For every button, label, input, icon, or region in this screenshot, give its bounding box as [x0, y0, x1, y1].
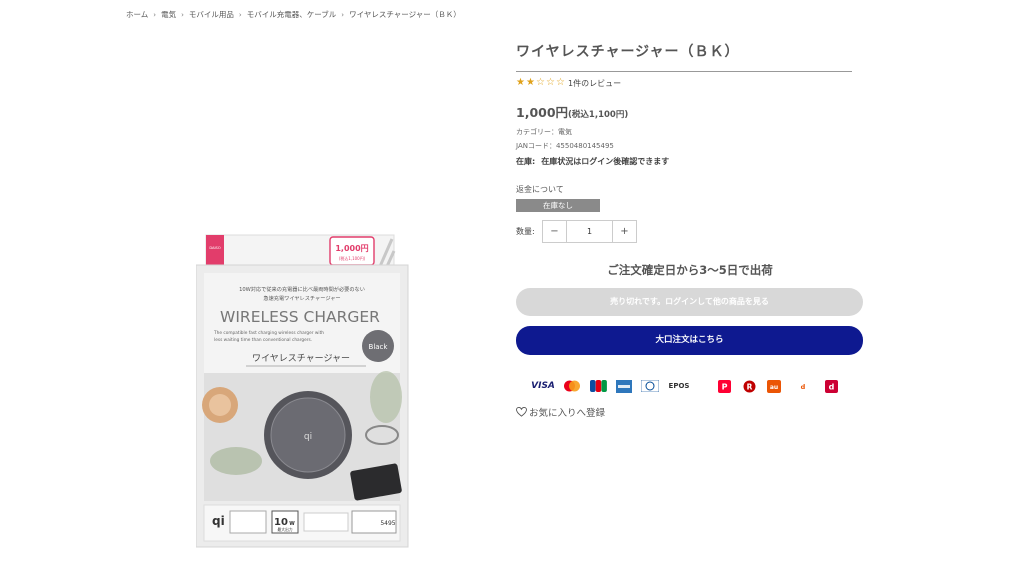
payment-methods: VISA EPOS P R au d d	[516, 377, 864, 395]
category: カテゴリー：電気	[516, 128, 572, 136]
stock-label: 在庫:	[516, 157, 536, 166]
star-full-icon: ★	[516, 77, 525, 88]
chevron-right-icon: ›	[153, 10, 157, 19]
review-count[interactable]: 1件のレビュー	[568, 78, 621, 89]
package-title: WIRELESS CHARGER	[220, 308, 380, 326]
paypay-icon: P	[716, 379, 732, 393]
package-brand: DAISO	[209, 246, 221, 250]
package-jp-line1: 10W対応で従来の充電器に比べ最両時間が必要のない	[239, 285, 365, 293]
svg-text:d: d	[828, 382, 834, 391]
quantity-input[interactable]	[566, 221, 613, 242]
amex-icon	[616, 379, 632, 393]
diners-icon	[641, 379, 659, 393]
price-main: 1,000円	[516, 105, 569, 120]
heart-icon	[516, 407, 527, 417]
star-full-icon: ★	[526, 77, 535, 88]
package-watt-label: 最大出力	[277, 527, 292, 532]
star-empty-icon: ☆	[536, 77, 545, 88]
package-price-tax: (税込1,100円)	[339, 255, 366, 261]
svg-text:R: R	[746, 382, 752, 391]
package-color: Black	[369, 343, 389, 351]
svg-text:P: P	[721, 382, 727, 391]
svg-text:d: d	[801, 383, 806, 391]
stock-status: 在庫: 在庫状況はログイン後確認できます	[516, 155, 864, 169]
product-details: ワイヤレスチャージャー（ＢＫ） ★ ★ ☆ ☆ ☆ 1件のレビュー 1,000円…	[516, 40, 864, 419]
breadcrumb-home[interactable]: ホーム	[126, 9, 148, 20]
chevron-right-icon: ›	[238, 10, 242, 19]
chevron-right-icon: ›	[341, 10, 345, 19]
jcb-icon	[590, 379, 607, 393]
star-empty-icon: ☆	[546, 77, 555, 88]
price: 1,000円(税込1,100円)	[516, 104, 864, 120]
jan-code: JANコード：4550480145495	[516, 142, 614, 150]
mastercard-icon	[563, 379, 581, 393]
product-title: ワイヤレスチャージャー（ＢＫ）	[516, 44, 740, 60]
stock-value: 在庫状況はログイン後確認できます	[541, 157, 670, 166]
package-qi-logo: qi	[212, 514, 225, 528]
plus-icon[interactable]: +	[613, 221, 636, 242]
docomo-pay-icon: d	[791, 379, 815, 393]
package-jp-line2: 急速充電ワイヤレスチャージャー	[263, 294, 340, 302]
breadcrumb-current: ワイヤレスチャージャー（ＢＫ）	[349, 10, 461, 19]
refund-link[interactable]: 返金について	[516, 184, 864, 196]
price-tax: (税込1,100円)	[568, 110, 629, 120]
breadcrumb-chargers[interactable]: モバイル充電器、ケーブル	[247, 9, 337, 20]
chevron-right-icon: ›	[181, 10, 184, 19]
shipping-note: ご注文確定日から3〜5日で出荷	[607, 263, 773, 277]
title-divider	[516, 71, 852, 72]
visa-icon: VISA	[531, 381, 555, 391]
quantity-label: 数量:	[516, 227, 535, 236]
package-jp-name: ワイヤレスチャージャー	[252, 353, 350, 364]
au-pay-icon: au	[766, 379, 782, 393]
svg-text:au: au	[770, 384, 778, 391]
breadcrumb-electric[interactable]: 電気	[161, 9, 176, 20]
favorite-link[interactable]: お気に入りへ登録	[516, 405, 864, 419]
epos-icon: EPOS	[668, 382, 690, 390]
package-pad-qi-mark: qi	[304, 432, 312, 442]
product-image[interactable]: DAISO 1,000円 (税込1,100円) 10W対応で従来の充電器に比べ最…	[196, 229, 412, 549]
quantity-row: 数量: − +	[516, 220, 864, 243]
favorite-label: お気に入りへ登録	[529, 408, 606, 419]
soldout-button[interactable]: 売り切れです。ログインして他の商品を見る	[516, 288, 863, 316]
rating-row[interactable]: ★ ★ ☆ ☆ ☆ 1件のレビュー	[516, 77, 864, 89]
star-empty-icon: ☆	[556, 77, 565, 88]
rakuten-pay-icon: R	[741, 379, 757, 393]
breadcrumb-mobile[interactable]: モバイル用品	[189, 9, 234, 20]
quantity-stepper: − +	[542, 220, 637, 243]
package-code: 5495	[380, 520, 395, 527]
bulk-order-button[interactable]: 大口注文はこちら	[516, 326, 863, 355]
soldout-badge: 在庫なし	[516, 199, 600, 212]
product-page: ホーム › 電気 › モバイル用品 › モバイル充電器、ケーブル › ワイヤレス…	[0, 0, 1024, 581]
breadcrumb: ホーム › 電気 › モバイル用品 › モバイル充電器、ケーブル › ワイヤレス…	[126, 9, 461, 20]
minus-icon[interactable]: −	[543, 221, 566, 242]
package-en-line1: The compatible fast charging wireless ch…	[213, 330, 324, 336]
package-price: 1,000円	[335, 244, 368, 253]
package-en-line2: less waiting time than conventional char…	[214, 337, 312, 343]
d-barai-icon: d	[824, 379, 838, 393]
rating-stars: ★ ★ ☆ ☆ ☆	[516, 78, 566, 88]
